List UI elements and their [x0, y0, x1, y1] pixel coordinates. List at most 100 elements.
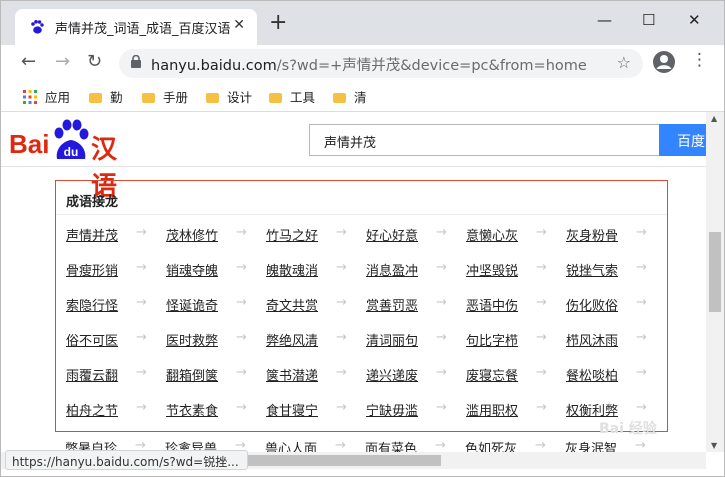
- idiom-link[interactable]: 俗不可医: [66, 330, 118, 349]
- idiom-link[interactable]: 伤化败俗: [566, 295, 618, 314]
- folder-icon: [206, 93, 219, 103]
- idiom-link[interactable]: 食甘寝宁: [266, 400, 318, 419]
- close-window-button[interactable]: ✕: [688, 11, 701, 29]
- idiom-link[interactable]: 冲坚毁锐: [466, 260, 518, 279]
- idiom-link[interactable]: 茂林修竹: [166, 225, 218, 244]
- minimize-button[interactable]: —: [597, 11, 612, 29]
- chain-arrow-icon: →: [636, 400, 647, 415]
- bookmark-folder[interactable]: 勤: [89, 87, 123, 106]
- chain-arrow-icon: →: [436, 400, 447, 415]
- bookmark-folder[interactable]: 清: [333, 87, 367, 106]
- search-query: 声情并茂: [324, 136, 377, 151]
- idiom-link[interactable]: 节衣素食: [166, 400, 218, 419]
- profile-avatar-icon[interactable]: [652, 50, 676, 74]
- idiom-link[interactable]: 面有菜色: [365, 438, 417, 452]
- folder-icon: [142, 93, 155, 103]
- menu-kebab-icon[interactable]: ⋮: [691, 50, 708, 70]
- bookmark-folder[interactable]: 设计: [206, 87, 252, 106]
- chain-arrow-icon: →: [236, 225, 247, 240]
- vertical-scrollbar[interactable]: ▲ ▼: [706, 112, 724, 452]
- bookmark-folder[interactable]: 工具: [269, 87, 315, 106]
- bookmark-folder[interactable]: 手册: [142, 87, 188, 106]
- scroll-up-icon[interactable]: ▲: [711, 114, 717, 123]
- maximize-button[interactable]: ☐: [642, 11, 655, 29]
- chain-arrow-icon: →: [436, 295, 447, 310]
- idiom-link[interactable]: 消息盈冲: [366, 260, 418, 279]
- browser-toolbar: ← → ↻ hanyu.baidu.com/s?wd=+声情并茂&device=…: [1, 45, 724, 81]
- bookmark-star-icon[interactable]: ☆: [617, 53, 631, 72]
- idiom-link[interactable]: 锐挫气索: [566, 260, 618, 279]
- idiom-link[interactable]: 宁缺毋滥: [366, 400, 418, 419]
- back-arrow-icon[interactable]: ←: [21, 51, 36, 72]
- idiom-link[interactable]: 索隐行怪: [66, 295, 118, 314]
- bookmark-label: 手册: [163, 90, 189, 105]
- idiom-link[interactable]: 销魂夺魄: [166, 260, 218, 279]
- idiom-link[interactable]: 清词丽句: [366, 330, 418, 349]
- new-tab-button[interactable]: +: [269, 12, 287, 34]
- idiom-link[interactable]: 竹马之好: [266, 225, 318, 244]
- chain-arrow-icon: →: [336, 260, 347, 275]
- idiom-link[interactable]: 递兴递废: [366, 365, 418, 384]
- chain-arrow-icon: →: [536, 330, 547, 345]
- url-path: /s?wd=+声情并茂&device=pc&from=home: [276, 58, 587, 74]
- lock-icon: [131, 55, 141, 68]
- header-divider: [1, 166, 706, 167]
- horizontal-scroll-thumb[interactable]: [241, 455, 441, 466]
- idiom-link[interactable]: 雨覆云翻: [66, 365, 118, 384]
- idiom-link[interactable]: 奇文共赏: [266, 295, 318, 314]
- idiom-link[interactable]: 权衡利弊: [566, 400, 618, 419]
- idiom-link[interactable]: 弊绝风清: [266, 330, 318, 349]
- chain-arrow-icon: →: [136, 400, 147, 415]
- idiom-link[interactable]: 声情并茂: [66, 225, 118, 244]
- idiom-link[interactable]: 柏舟之节: [66, 400, 118, 419]
- idiom-link[interactable]: 好心好意: [366, 225, 418, 244]
- watermark-text: Bai 经验: [599, 421, 657, 437]
- chain-arrow-icon: →: [136, 295, 147, 310]
- chain-arrow-icon: →: [336, 400, 347, 415]
- chain-arrow-icon: →: [536, 365, 547, 380]
- browser-tab[interactable]: 声情并茂_词语_成语_百度汉语 ✕: [15, 9, 257, 45]
- chain-arrow-icon: →: [636, 330, 647, 345]
- idiom-link[interactable]: 兽心人面: [265, 438, 317, 452]
- chain-arrow-icon: →: [636, 225, 647, 240]
- idiom-link[interactable]: 赏善罚恶: [366, 295, 418, 314]
- chain-arrow-icon: →: [335, 438, 346, 452]
- idiom-link[interactable]: 箧书潜递: [266, 365, 318, 384]
- scroll-down-icon[interactable]: ▼: [711, 441, 717, 450]
- idiom-link[interactable]: 句比字栉: [466, 330, 518, 349]
- idiom-link[interactable]: 魄散魂消: [266, 260, 318, 279]
- logo-text-bai: Bai: [9, 129, 50, 159]
- page-content: Bai du 汉语 声情并茂 百度 成语接龙 声情并茂 → 茂林修竹 → 竹马之好 → 好心…: [1, 112, 706, 452]
- idiom-link[interactable]: 餐松啖柏: [566, 365, 618, 384]
- chain-arrow-icon: →: [435, 438, 446, 452]
- close-tab-icon[interactable]: ✕: [233, 17, 245, 33]
- bookmark-apps[interactable]: 应用: [23, 87, 70, 106]
- idiom-link[interactable]: 栉风沐雨: [566, 330, 618, 349]
- vertical-scroll-thumb[interactable]: [709, 232, 721, 312]
- idiom-link[interactable]: 废寝忘餐: [466, 365, 518, 384]
- idiom-link[interactable]: 灰身粉骨: [566, 225, 618, 244]
- chain-arrow-icon: →: [236, 400, 247, 415]
- idiom-link[interactable]: 滥用职权: [466, 400, 518, 419]
- search-input[interactable]: 声情并茂: [309, 124, 661, 156]
- chain-arrow-icon: →: [336, 365, 347, 380]
- baidu-paw-logo-icon: du: [54, 119, 89, 159]
- reload-icon[interactable]: ↻: [87, 51, 102, 72]
- address-bar[interactable]: hanyu.baidu.com/s?wd=+声情并茂&device=pc&fro…: [119, 49, 643, 78]
- idiom-link[interactable]: 骨瘦形销: [66, 260, 118, 279]
- idiom-link[interactable]: 意懒心灰: [466, 225, 518, 244]
- idiom-link[interactable]: 恶语中伤: [466, 295, 518, 314]
- status-bar-url: https://hanyu.baidu.com/s?wd=锐挫...: [5, 450, 248, 470]
- idiom-link[interactable]: 怪诞诡奇: [166, 295, 218, 314]
- chain-arrow-icon: →: [336, 330, 347, 345]
- idiom-link[interactable]: 医时救弊: [166, 330, 218, 349]
- idiom-link[interactable]: 翻箱倒箧: [166, 365, 218, 384]
- chain-arrow-icon: →: [536, 260, 547, 275]
- browser-window: 声情并茂_词语_成语_百度汉语 ✕ + — ☐ ✕ ← → ↻ hanyu.ba…: [0, 0, 725, 477]
- search-button[interactable]: 百度: [659, 124, 706, 156]
- panel-divider: [56, 214, 667, 215]
- idiom-link[interactable]: 灰身泯智: [565, 438, 617, 452]
- idiom-link[interactable]: 色如死灰: [465, 438, 517, 452]
- forward-arrow-icon[interactable]: →: [55, 51, 70, 72]
- chain-arrow-icon: →: [236, 260, 247, 275]
